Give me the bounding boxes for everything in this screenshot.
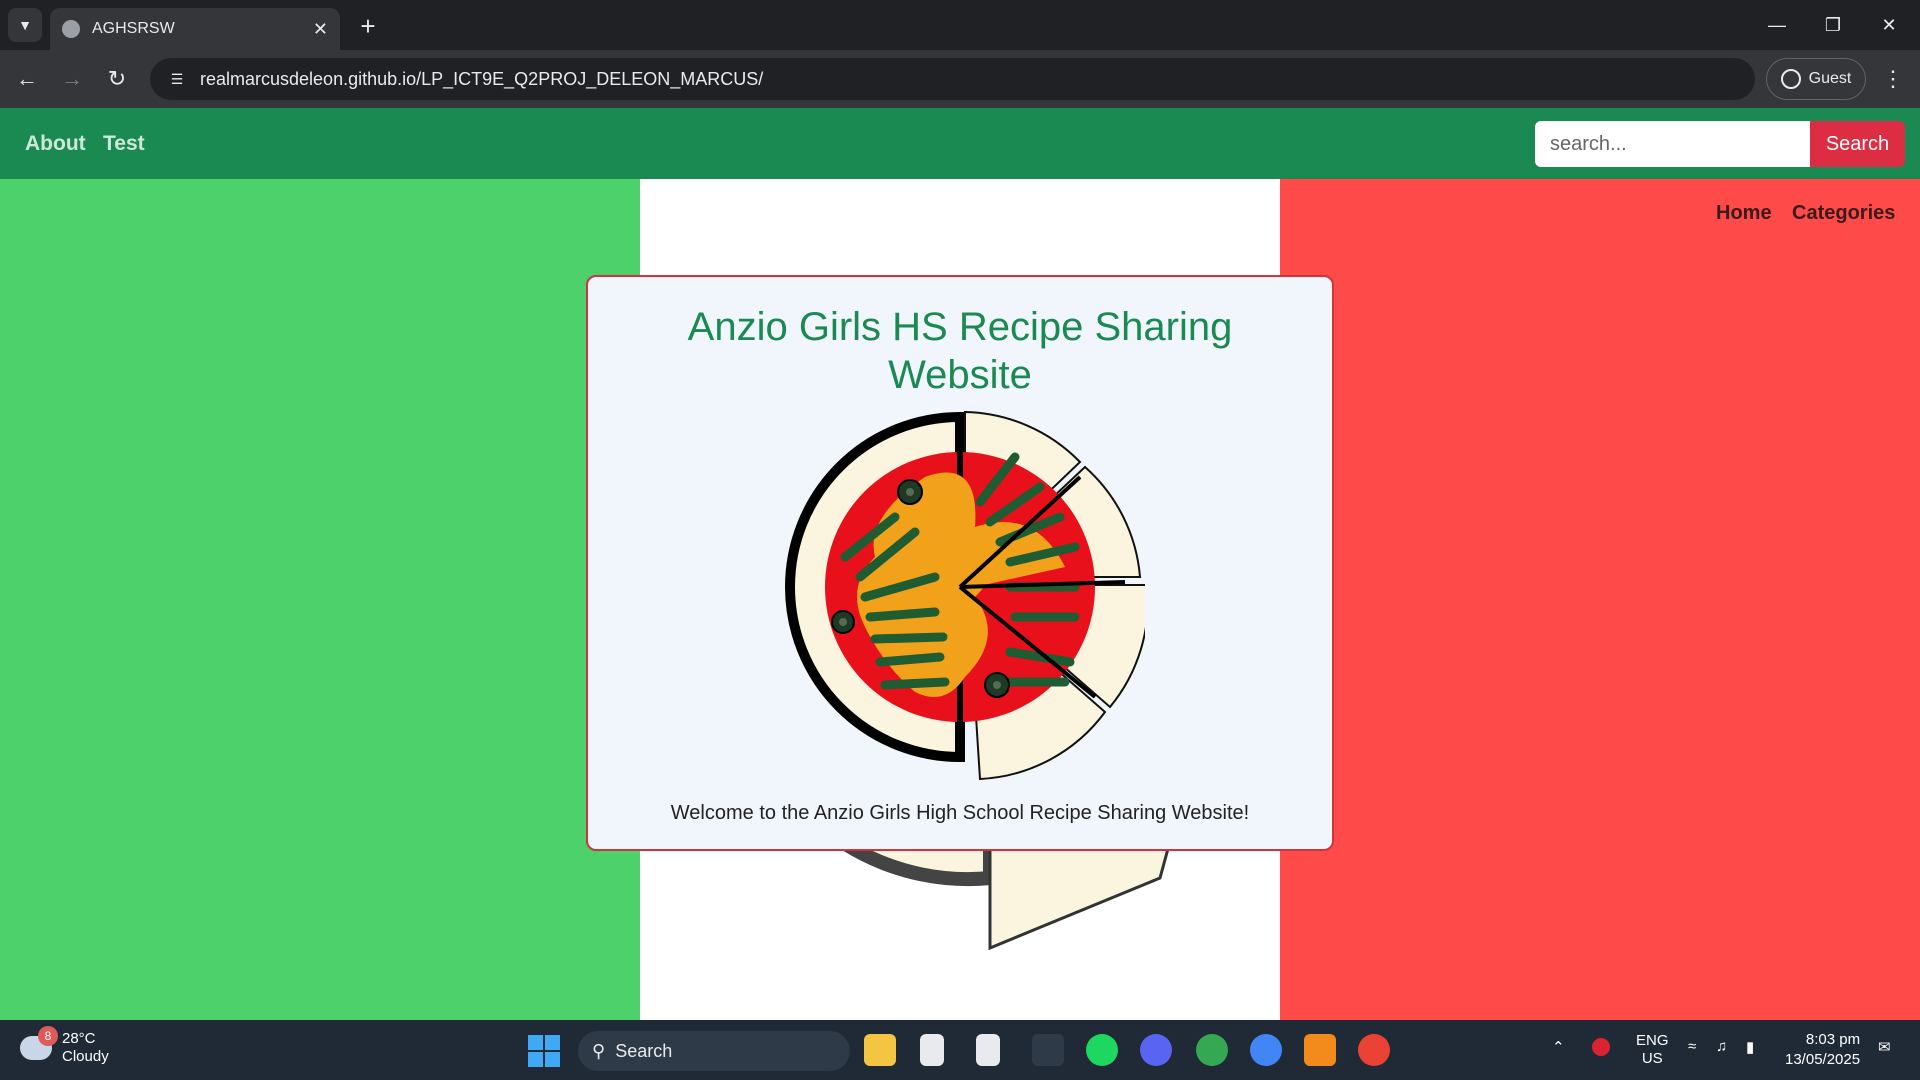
nav-link-about[interactable]: About xyxy=(25,132,86,156)
side-link-home[interactable]: Home xyxy=(1716,202,1772,225)
system-clock[interactable]: 8:03 pm 13/05/2025 xyxy=(1785,1030,1860,1070)
sublime-text-icon[interactable] xyxy=(1304,1034,1336,1066)
site-title: Anzio Girls HS Recipe Sharing Website xyxy=(687,305,1233,397)
close-window-button[interactable]: ✕ xyxy=(1864,8,1914,42)
windows-start-icon[interactable] xyxy=(528,1035,560,1067)
welcome-message: Welcome to the Anzio Girls High School R… xyxy=(670,802,1250,824)
back-button[interactable]: ← xyxy=(10,62,44,96)
side-link-categories[interactable]: Categories xyxy=(1792,202,1895,225)
web-page: About Test Search Home Categories Anzio … xyxy=(0,108,1920,1020)
battery-icon[interactable]: ▮ xyxy=(1746,1038,1754,1056)
weather-temp: 28°C xyxy=(62,1030,96,1047)
site-navbar: About Test Search xyxy=(0,108,1920,179)
taskbar-search-box[interactable]: ⚲ Search xyxy=(578,1031,850,1071)
app-tray-icon[interactable] xyxy=(1592,1038,1610,1056)
weather-condition: Cloudy xyxy=(62,1048,109,1065)
search-input[interactable] xyxy=(1535,121,1810,167)
new-tab-button[interactable]: + xyxy=(352,10,384,42)
pizza-logo-image xyxy=(785,410,1145,781)
wifi-icon[interactable]: ≈ xyxy=(1688,1038,1696,1055)
welcome-card: Anzio Girls HS Recipe Sharing Website We… xyxy=(586,275,1334,851)
taskbar-search-label: Search xyxy=(615,1040,673,1061)
discord-icon[interactable] xyxy=(1140,1034,1172,1066)
browser-tab[interactable]: AGHSRSW ✕ xyxy=(50,8,340,50)
address-bar[interactable]: ☰ realmarcusdeleon.github.io/LP_ICT9E_Q2… xyxy=(150,58,1755,100)
forward-button[interactable]: → xyxy=(55,62,89,96)
site-settings-icon[interactable]: ☰ xyxy=(166,68,188,90)
flag-red-stripe xyxy=(1280,179,1920,1020)
more-menu-icon[interactable]: ⋮ xyxy=(1878,62,1908,96)
chrome-profile-icon-2[interactable] xyxy=(1250,1034,1282,1066)
file-explorer-icon[interactable] xyxy=(864,1034,896,1066)
volume-icon[interactable]: ♫ xyxy=(1716,1038,1727,1055)
weather-widget[interactable]: 8 28°C Cloudy xyxy=(20,1026,109,1066)
chrome-profile-icon[interactable] xyxy=(1196,1034,1228,1066)
chevron-down-icon: ▼ xyxy=(18,17,32,33)
restore-button[interactable]: ❐ xyxy=(1808,8,1858,42)
notification-icon[interactable]: ✉ xyxy=(1878,1038,1891,1056)
document-icon-2[interactable] xyxy=(976,1034,1000,1066)
nav-link-test[interactable]: Test xyxy=(103,132,145,156)
profile-icon xyxy=(1780,69,1801,89)
close-icon[interactable]: ✕ xyxy=(313,19,328,40)
tab-search-button[interactable]: ▼ xyxy=(8,8,42,42)
weather-badge: 8 xyxy=(38,1026,58,1046)
document-icon[interactable] xyxy=(920,1034,944,1066)
app-icon-dim[interactable] xyxy=(1032,1034,1064,1066)
cloud-icon: 8 xyxy=(20,1026,58,1060)
minimize-button[interactable]: — xyxy=(1752,8,1802,42)
chrome-icon[interactable] xyxy=(1358,1034,1390,1066)
search-icon: ⚲ xyxy=(592,1040,606,1061)
browser-toolbar: ← → ↻ ☰ realmarcusdeleon.github.io/LP_IC… xyxy=(0,50,1920,108)
search-button[interactable]: Search xyxy=(1810,121,1905,167)
chevron-up-icon[interactable]: ⌃ xyxy=(1552,1038,1565,1056)
profile-button[interactable]: Guest xyxy=(1766,58,1866,100)
taskbar: 8 28°C Cloudy ⚲ Search ⌃ ENG US ≈ ♫ ▮ 8:… xyxy=(0,1020,1920,1080)
flag-green-stripe xyxy=(0,179,640,1020)
profile-label: Guest xyxy=(1808,70,1852,87)
url-text: realmarcusdeleon.github.io/LP_ICT9E_Q2PR… xyxy=(200,68,764,89)
browser-tab-bar: ▼ AGHSRSW ✕ + — ❐ ✕ xyxy=(0,0,1920,50)
spotify-icon[interactable] xyxy=(1086,1034,1118,1066)
globe-icon xyxy=(62,20,80,38)
reload-button[interactable]: ↻ xyxy=(100,62,134,96)
language-indicator[interactable]: ENG US xyxy=(1636,1032,1669,1068)
tab-title: AGHSRSW xyxy=(92,20,175,37)
